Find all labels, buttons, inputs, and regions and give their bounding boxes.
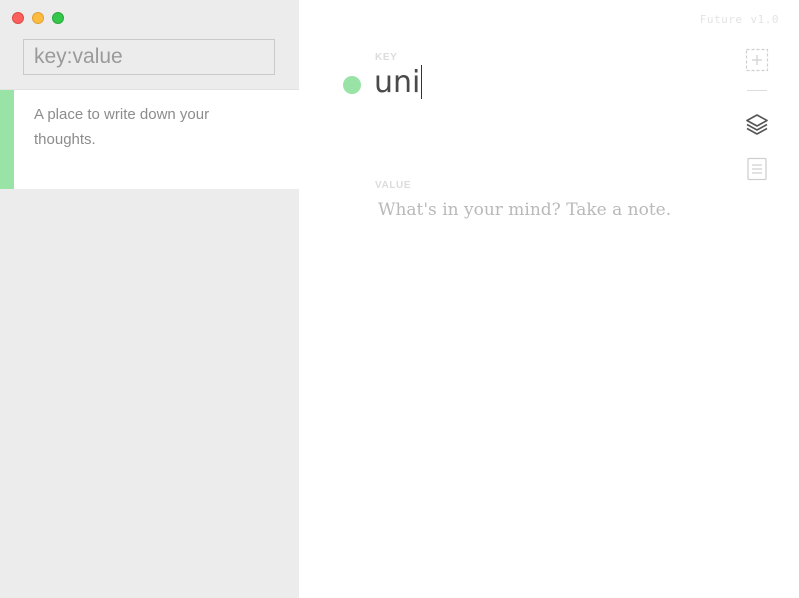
- note-list-item[interactable]: A place to write down your thoughts.: [0, 89, 299, 189]
- key-label: KEY: [375, 52, 398, 63]
- layers-button[interactable]: [745, 112, 769, 136]
- key-input[interactable]: uni: [374, 63, 423, 103]
- toolbar-divider: [747, 90, 767, 91]
- add-note-button[interactable]: [745, 48, 769, 72]
- value-label: VALUE: [375, 180, 412, 191]
- app-version: v1.0: [750, 13, 779, 26]
- text-caret: [421, 65, 423, 99]
- note-status-dot: [343, 76, 361, 94]
- key-input-text: uni: [374, 65, 421, 100]
- note-color-indicator: [0, 90, 14, 189]
- value-placeholder: What's in your mind? Take a note.: [378, 200, 672, 220]
- app-name: Future: [699, 13, 743, 26]
- window-close-button[interactable]: [12, 12, 24, 24]
- add-note-icon: [745, 48, 769, 72]
- layers-icon: [746, 114, 768, 135]
- window-minimize-button[interactable]: [32, 12, 44, 24]
- document-icon: [747, 157, 767, 181]
- search-input[interactable]: [23, 39, 275, 75]
- app-title: Future v1.0: [700, 13, 779, 26]
- document-button[interactable]: [745, 157, 769, 181]
- value-input[interactable]: What's in your mind? Take a note.: [378, 200, 671, 220]
- window-zoom-button[interactable]: [52, 12, 64, 24]
- note-preview-text: A place to write down your thoughts.: [34, 106, 210, 148]
- sidebar: A place to write down your thoughts.: [0, 0, 299, 598]
